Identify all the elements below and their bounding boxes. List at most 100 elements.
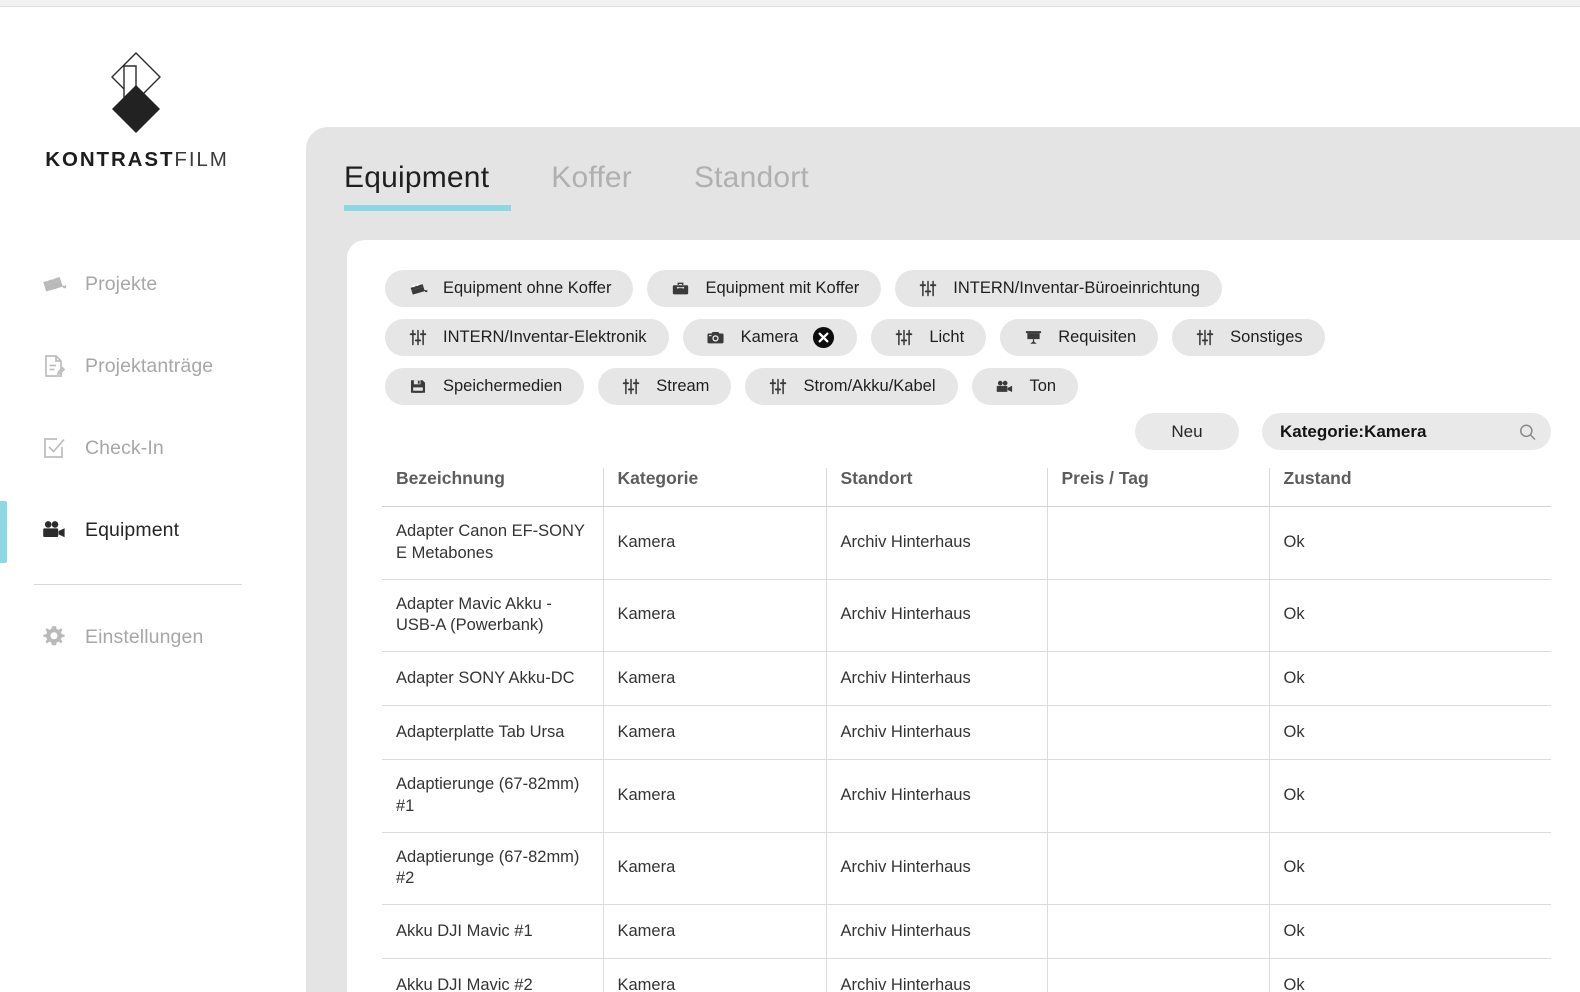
filter-chip-ton[interactable]: Ton	[972, 368, 1079, 405]
cell-standort: Archiv Hinterhaus	[826, 652, 1047, 706]
projector-screen-icon	[1022, 328, 1044, 348]
cell-bezeichnung: Akku DJI Mavic #1	[382, 905, 603, 959]
cell-zustand: Ok	[1269, 905, 1551, 959]
cell-standort: Archiv Hinterhaus	[826, 760, 1047, 833]
document-edit-icon	[41, 353, 67, 379]
table-row[interactable]: Akku DJI Mavic #2 Kamera Archiv Hinterha…	[382, 959, 1551, 992]
cell-standort: Archiv Hinterhaus	[826, 959, 1047, 992]
sliders-icon	[893, 328, 915, 348]
sliders-icon	[767, 377, 789, 397]
table-row[interactable]: Adapter Canon EF-SONY E Metabones Kamera…	[382, 507, 1551, 580]
cell-zustand: Ok	[1269, 832, 1551, 905]
kontrastfilm-diamond-logo-icon	[110, 50, 164, 136]
cell-kategorie: Kamera	[603, 905, 826, 959]
chip-label: INTERN/Inventar-Büroeinrichtung	[953, 279, 1200, 298]
filter-chip-intern-inventar-bueroeinrichtung[interactable]: INTERN/Inventar-Büroeinrichtung	[895, 270, 1222, 307]
window-top-strip	[0, 0, 1580, 7]
filter-chip-requisiten[interactable]: Requisiten	[1000, 319, 1158, 356]
table-toolbar: Neu	[1135, 413, 1551, 450]
table-row[interactable]: Adaptierunge (67-82mm) #1 Kamera Archiv …	[382, 760, 1551, 833]
column-header-kategorie[interactable]: Kategorie	[603, 468, 826, 507]
cell-bezeichnung: Adapter Mavic Akku - USB-A (Powerbank)	[382, 579, 603, 652]
cell-bezeichnung: Adapter Canon EF-SONY E Metabones	[382, 507, 603, 580]
gear-icon	[41, 624, 67, 650]
chip-label: Speichermedien	[443, 377, 562, 396]
chip-label: Stream	[656, 377, 709, 396]
brand-name-bold: KONTRAST	[45, 148, 174, 171]
filter-chip-equipment-mit-koffer[interactable]: Equipment mit Koffer	[647, 270, 881, 307]
cell-preis	[1047, 832, 1269, 905]
filter-chip-kamera[interactable]: Kamera	[683, 319, 858, 356]
sidebar-item-check-in[interactable]: Check-In	[0, 420, 274, 476]
table-row[interactable]: Akku DJI Mavic #1 Kamera Archiv Hinterha…	[382, 905, 1551, 959]
column-header-preis-tag[interactable]: Preis / Tag	[1047, 468, 1269, 507]
sidebar-item-label: Projekte	[85, 273, 157, 296]
table-row[interactable]: Adaptierunge (67-82mm) #2 Kamera Archiv …	[382, 832, 1551, 905]
cell-zustand: Ok	[1269, 507, 1551, 580]
cell-standort: Archiv Hinterhaus	[826, 832, 1047, 905]
filter-chip-intern-inventar-elektronik[interactable]: INTERN/Inventar-Elektronik	[385, 319, 669, 356]
column-header-zustand[interactable]: Zustand	[1269, 468, 1551, 507]
table-body: Adapter Canon EF-SONY E Metabones Kamera…	[382, 507, 1551, 992]
movie-camera-icon	[41, 517, 67, 543]
cell-preis	[1047, 652, 1269, 706]
sidebar-nav: Projekte Projektanträge	[0, 256, 274, 665]
floppy-disk-icon	[407, 377, 429, 397]
table-row[interactable]: Adapter Mavic Akku - USB-A (Powerbank) K…	[382, 579, 1551, 652]
tab-standort[interactable]: Standort	[694, 161, 841, 211]
cell-kategorie: Kamera	[603, 959, 826, 992]
sidebar-item-projekte[interactable]: Projekte	[0, 256, 274, 312]
cell-zustand: Ok	[1269, 760, 1551, 833]
filter-chip-speichermedien[interactable]: Speichermedien	[385, 368, 584, 405]
column-header-standort[interactable]: Standort	[826, 468, 1047, 507]
cell-zustand: Ok	[1269, 959, 1551, 992]
active-indicator-bar	[0, 501, 7, 563]
tab-equipment[interactable]: Equipment	[344, 161, 521, 211]
sidebar: KONTRASTFILM Projekte	[0, 8, 306, 992]
check-square-icon	[41, 435, 67, 461]
cell-zustand: Ok	[1269, 579, 1551, 652]
equipment-table: Bezeichnung Kategorie Standort Preis / T…	[382, 468, 1551, 992]
cell-bezeichnung: Akku DJI Mavic #2	[382, 959, 603, 992]
column-header-bezeichnung[interactable]: Bezeichnung	[382, 468, 603, 507]
filter-chip-equipment-ohne-koffer[interactable]: Equipment ohne Koffer	[385, 270, 633, 307]
brand-wordmark: KONTRASTFILM	[0, 148, 274, 172]
table-row[interactable]: Adapter SONY Akku-DC Kamera Archiv Hinte…	[382, 652, 1551, 706]
filter-chip-sonstiges[interactable]: Sonstiges	[1172, 319, 1324, 356]
sidebar-item-label: Equipment	[85, 519, 179, 542]
brand-name-light: FILM	[174, 148, 228, 171]
chip-label: Equipment ohne Koffer	[443, 279, 611, 298]
filter-chip-stream[interactable]: Stream	[598, 368, 731, 405]
cell-kategorie: Kamera	[603, 706, 826, 760]
chip-label: Ton	[1030, 377, 1057, 396]
cell-standort: Archiv Hinterhaus	[826, 507, 1047, 580]
table-header-row: Bezeichnung Kategorie Standort Preis / T…	[382, 468, 1551, 507]
cell-preis	[1047, 706, 1269, 760]
photo-camera-icon	[705, 328, 727, 348]
cell-preis	[1047, 959, 1269, 992]
sliders-icon	[620, 377, 642, 397]
table-row[interactable]: Adapterplatte Tab Ursa Kamera Archiv Hin…	[382, 706, 1551, 760]
cell-standort: Archiv Hinterhaus	[826, 706, 1047, 760]
tab-koffer[interactable]: Koffer	[551, 161, 664, 211]
filter-chip-strom-akku-kabel[interactable]: Strom/Akku/Kabel	[745, 368, 957, 405]
main-panel: Equipment Koffer Standort Equipmen	[306, 127, 1580, 992]
sidebar-item-equipment[interactable]: Equipment	[0, 502, 274, 558]
chip-label: Strom/Akku/Kabel	[803, 377, 935, 396]
cell-kategorie: Kamera	[603, 507, 826, 580]
sidebar-item-projektantraege[interactable]: Projektanträge	[0, 338, 274, 394]
new-button[interactable]: Neu	[1135, 413, 1239, 450]
chip-label: Kamera	[741, 328, 799, 347]
sidebar-item-einstellungen[interactable]: Einstellungen	[0, 609, 274, 665]
filter-chip-licht[interactable]: Licht	[871, 319, 986, 356]
close-icon[interactable]	[812, 326, 835, 349]
search-input[interactable]	[1262, 413, 1551, 450]
cell-bezeichnung: Adaptierunge (67-82mm) #1	[382, 760, 603, 833]
cell-bezeichnung: Adapterplatte Tab Ursa	[382, 706, 603, 760]
sidebar-item-label: Einstellungen	[85, 626, 203, 649]
equipment-table-container: Bezeichnung Kategorie Standort Preis / T…	[382, 468, 1551, 992]
cell-kategorie: Kamera	[603, 579, 826, 652]
clapperboard-icon	[407, 279, 429, 299]
search-box[interactable]	[1262, 413, 1551, 450]
cell-preis	[1047, 579, 1269, 652]
